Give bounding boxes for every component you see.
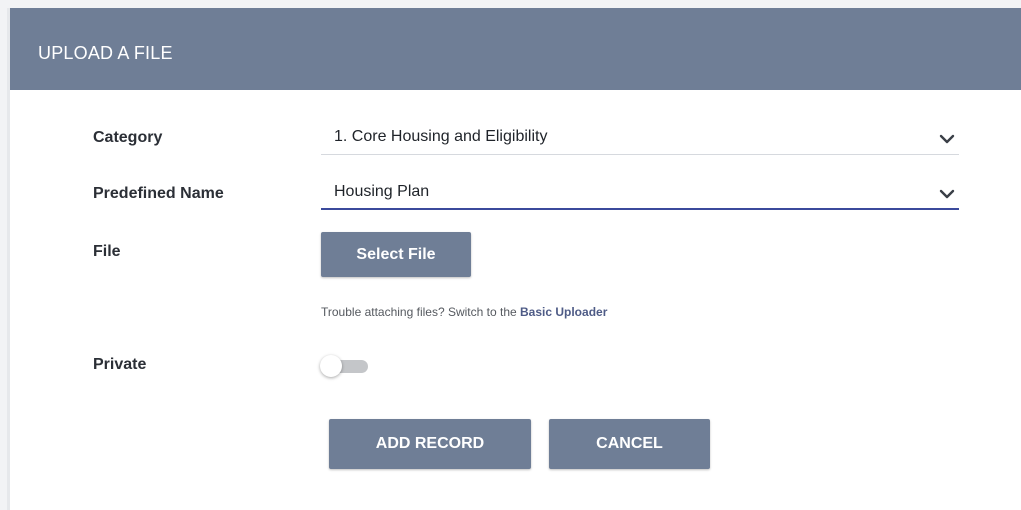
predefined-name-select[interactable]: Housing Plan bbox=[321, 178, 959, 210]
chevron-down-icon bbox=[939, 134, 955, 144]
basic-uploader-link[interactable]: Basic Uploader bbox=[520, 305, 607, 319]
dialog-title: UPLOAD A FILE bbox=[38, 43, 173, 63]
category-label: Category bbox=[93, 129, 163, 146]
uploader-help-message: Trouble attaching files? Switch to the bbox=[321, 305, 520, 319]
cancel-button[interactable]: CANCEL bbox=[549, 419, 710, 469]
private-toggle[interactable] bbox=[320, 355, 370, 377]
category-select[interactable]: 1. Core Housing and Eligibility bbox=[321, 123, 959, 155]
category-select-underline bbox=[321, 154, 959, 155]
upload-file-dialog: UPLOAD A FILE Category 1. Core Housing a… bbox=[10, 8, 1021, 510]
add-record-button[interactable]: ADD RECORD bbox=[329, 419, 531, 469]
predefined-name-label: Predefined Name bbox=[93, 185, 224, 202]
predefined-name-select-value: Housing Plan bbox=[334, 183, 430, 200]
select-file-button[interactable]: Select File bbox=[321, 232, 471, 277]
chevron-down-icon bbox=[939, 189, 955, 199]
file-label: File bbox=[93, 243, 121, 260]
dialog-header: UPLOAD A FILE bbox=[10, 8, 1021, 90]
private-toggle-knob bbox=[320, 355, 342, 377]
uploader-help-text: Trouble attaching files? Switch to the B… bbox=[321, 305, 607, 319]
predefined-name-select-underline bbox=[321, 208, 959, 210]
private-label: Private bbox=[93, 356, 147, 373]
category-select-value: 1. Core Housing and Eligibility bbox=[334, 128, 548, 145]
